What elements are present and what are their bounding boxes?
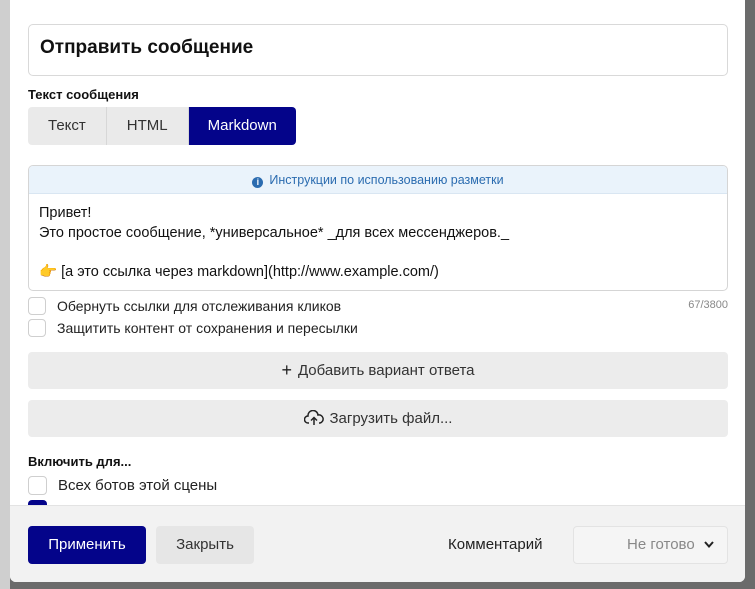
all-bots-checkbox[interactable] [28, 476, 47, 495]
protect-content-label: Защитить контент от сохранения и пересыл… [57, 320, 358, 336]
wrap-links-checkbox[interactable] [28, 297, 46, 315]
message-line: Привет! [39, 205, 92, 221]
dialog-title-input[interactable]: Отправить сообщение [28, 24, 728, 76]
dialog-body[interactable]: Отправить сообщение Текст сообщения Текс… [10, 0, 745, 505]
backdrop [0, 0, 10, 589]
send-message-dialog: Отправить сообщение Текст сообщения Текс… [10, 0, 745, 582]
all-bots-option[interactable]: Всех ботов этой сцены [28, 476, 217, 495]
protect-content-option[interactable]: Защитить контент от сохранения и пересыл… [28, 319, 358, 337]
message-textarea[interactable]: Привет! Это простое сообщение, *универсал… [29, 194, 727, 290]
status-value: Не готово [627, 536, 695, 553]
cloud-upload-icon [303, 402, 324, 425]
message-line: Это простое сообщение, *универсальное* _… [39, 224, 510, 241]
message-line: 👉 [а это ссылка через markdown](http://w… [39, 263, 439, 280]
add-answer-button[interactable]: + Добавить вариант ответа [28, 352, 728, 389]
format-tabs: Текст HTML Markdown [28, 107, 296, 145]
chevron-down-icon [703, 527, 715, 576]
tab-html[interactable]: HTML [106, 107, 189, 145]
markup-instructions-label: Инструкции по использованию разметки [269, 173, 504, 187]
comment-link[interactable]: Комментарий [448, 536, 542, 553]
wrap-links-label: Обернуть ссылки для отслеживания кликов [57, 298, 342, 314]
tab-text[interactable]: Текст [28, 107, 107, 145]
upload-file-label: Загрузить файл... [329, 410, 453, 427]
dialog-footer: Применить Закрыть Комментарий Не готово [10, 505, 745, 582]
apply-button[interactable]: Применить [28, 526, 146, 564]
upload-file-button[interactable]: Загрузить файл... [28, 400, 728, 437]
message-editor[interactable]: i Инструкции по использованию разметки Пр… [28, 165, 728, 291]
message-text-label: Текст сообщения [28, 87, 139, 102]
wrap-links-option[interactable]: Обернуть ссылки для отслеживания кликов [28, 297, 341, 315]
markup-instructions-link[interactable]: i Инструкции по использованию разметки [29, 166, 727, 194]
tab-markdown[interactable]: Markdown [188, 107, 296, 145]
include-for-label: Включить для... [28, 454, 132, 469]
protect-content-checkbox[interactable] [28, 319, 46, 337]
add-answer-label: Добавить вариант ответа [297, 362, 475, 379]
plus-icon: + [281, 360, 292, 380]
all-bots-label: Всех ботов этой сцены [58, 477, 218, 494]
status-select[interactable]: Не готово [573, 526, 728, 564]
close-button[interactable]: Закрыть [156, 526, 254, 564]
character-counter: 67/3800 [688, 299, 728, 311]
info-icon: i [252, 177, 264, 188]
message-line [39, 243, 717, 263]
